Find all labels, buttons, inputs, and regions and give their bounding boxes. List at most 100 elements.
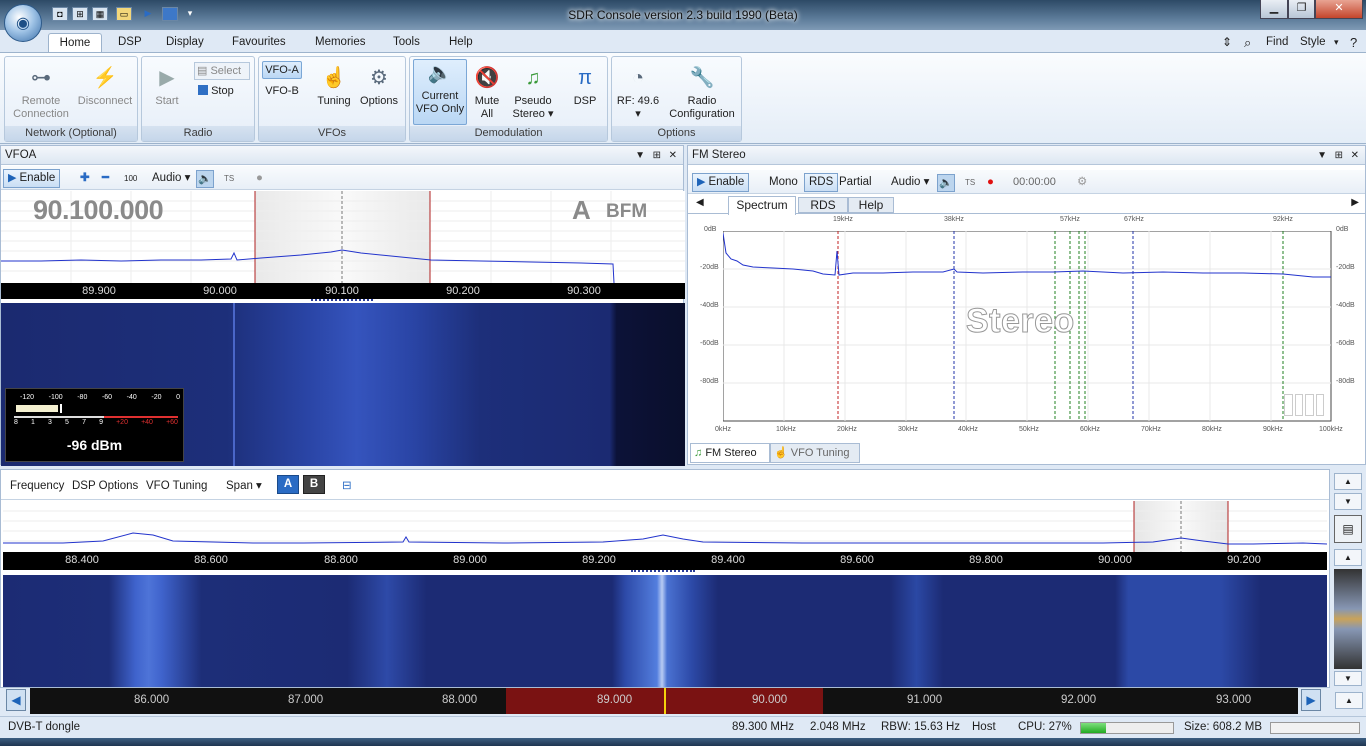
mute-all-button[interactable]: 🔇 Mute All — [470, 65, 504, 121]
search-icon[interactable]: ⌕ — [1238, 33, 1257, 52]
vfo-b-select-button[interactable]: B — [303, 475, 325, 494]
axis-tick: 89.600 — [840, 554, 874, 566]
tab-rds[interactable]: RDS — [798, 197, 848, 213]
main-waterfall[interactable] — [3, 575, 1327, 687]
tab-scroll-right-icon[interactable]: ▶ — [1351, 197, 1359, 208]
band-tick: 89.000 — [597, 694, 633, 706]
start-button[interactable]: ▶ Start — [148, 65, 186, 108]
zoom-down-arrow-icon[interactable]: ▼ — [1334, 493, 1362, 510]
waterfall-signal-peak — [657, 575, 667, 687]
volume-minus-icon[interactable]: ━ — [97, 169, 114, 188]
monitor-icon[interactable] — [162, 7, 178, 21]
vfoa-audio-menu[interactable]: Audio ▾ — [147, 169, 195, 188]
band-scroll-left-icon[interactable]: ◀ — [6, 689, 26, 711]
tuning-button[interactable]: ☝ Tuning — [313, 65, 355, 108]
select-button[interactable]: ▤ Select — [194, 62, 250, 80]
tab-tools[interactable]: Tools — [387, 33, 426, 52]
disconnect-button[interactable]: ⚡ Disconnect — [73, 65, 137, 108]
tab-memories[interactable]: Memories — [309, 33, 371, 52]
tab-spectrum[interactable]: Spectrum — [728, 196, 796, 215]
camera-icon[interactable]: ◘ — [52, 7, 68, 21]
fm-mono-button[interactable]: Mono — [764, 173, 803, 192]
band-strip[interactable]: 86.000 87.000 88.000 89.000 90.000 91.00… — [30, 688, 1298, 714]
tab-scroll-left-icon[interactable]: ◀ — [696, 197, 704, 208]
play-icon[interactable]: ▶ — [140, 7, 156, 21]
disconnect-plug-icon: ⚡ — [92, 67, 118, 89]
radio-configuration-button[interactable]: 🔧 Radio Configuration — [664, 65, 740, 121]
vfoa-panel-header: VFOA ▼ ⊞ ✕ — [1, 146, 683, 165]
dsp-options-menu[interactable]: DSP Options — [67, 477, 143, 496]
zoom-up-arrow-icon[interactable]: ▲ — [1334, 473, 1362, 490]
tab-display[interactable]: Display — [160, 33, 210, 52]
application-orb-icon[interactable]: ◉ — [4, 4, 42, 42]
vfoa-panel: VFOA ▼ ⊞ ✕ ▶ Enable ✚ ━ 100 Audio ▾ 🔈 TS … — [0, 145, 685, 466]
axis-tick: 89.200 — [582, 554, 616, 566]
vfoa-spectrum[interactable]: 90.100.000 A BFM — [1, 191, 685, 283]
tab-help-fm[interactable]: Help — [848, 197, 894, 213]
volume-plus-icon[interactable]: ✚ — [75, 169, 95, 188]
level-down-arrow-icon[interactable]: ▼ — [1334, 671, 1362, 686]
fm-x-axis: 0kHz 10kHz 20kHz 30kHz 40kHz 50kHz 60kHz… — [715, 426, 1343, 433]
frequency-menu[interactable]: Frequency — [5, 477, 69, 496]
qat-dropdown-icon[interactable]: ▾ — [182, 7, 198, 21]
vfoa-enable-button[interactable]: ▶ Enable — [3, 169, 61, 188]
fm-speaker-toggle[interactable]: 🔈 — [936, 173, 956, 192]
pin-icon[interactable]: ⊞ — [653, 146, 661, 165]
stop-button[interactable]: Stop — [198, 85, 250, 98]
panel-close-icon[interactable]: ✕ — [1351, 146, 1359, 165]
panel-dropdown-icon[interactable]: ▼ — [1317, 146, 1327, 165]
tab-fm-stereo[interactable]: ♫ FM Stereo — [690, 443, 770, 463]
fm-enable-button[interactable]: ▶ Enable — [692, 173, 750, 192]
band-up-arrow-icon[interactable]: ▲ — [1335, 692, 1363, 709]
scroll-updown-icon[interactable]: ⇕ — [1216, 33, 1238, 52]
grid-icon[interactable]: ▦ — [92, 7, 108, 21]
vfo-a-button[interactable]: VFO-A — [262, 61, 302, 79]
enable-play-icon: ▶ — [8, 172, 17, 184]
marker-label: 57kHz — [1060, 216, 1080, 223]
span-menu[interactable]: Span ▾ — [221, 477, 267, 496]
maximize-button[interactable]: ❐ — [1288, 0, 1315, 19]
panel-close-icon[interactable]: ✕ — [669, 146, 677, 165]
tab-favourites[interactable]: Favourites — [226, 33, 292, 52]
spectrum-view-icon[interactable]: ▤ — [1334, 515, 1362, 543]
remote-connection-button[interactable]: ⊶ Remote Connection — [9, 65, 73, 121]
y-tick: -80dB — [700, 378, 719, 385]
vfoa-speaker-toggle[interactable]: 🔈 — [195, 169, 215, 188]
main-spectrum[interactable] — [3, 501, 1327, 552]
fm-audio-menu[interactable]: Audio ▾ — [886, 173, 934, 192]
folder-icon[interactable]: ▭ — [116, 7, 132, 21]
vfoa-mode[interactable]: BFM — [606, 201, 647, 223]
minimize-button[interactable]: ▁ — [1260, 0, 1288, 19]
style-menu[interactable]: Style — [1294, 33, 1332, 52]
panel-dropdown-icon[interactable]: ▼ — [635, 146, 645, 165]
pin-icon[interactable]: ⊞ — [1335, 146, 1343, 165]
band-scroll-right-icon[interactable]: ▶ — [1301, 689, 1321, 711]
rf-gain-button[interactable]: ◔ RF: 49.6 ▾ — [616, 65, 660, 121]
group-caption: VFOs — [259, 126, 405, 141]
close-button[interactable]: ✕ — [1315, 0, 1363, 19]
fm-partial-button[interactable]: Partial — [834, 173, 877, 192]
vfo-tuning-menu[interactable]: VFO Tuning — [141, 477, 212, 496]
record-icon[interactable]: ● — [982, 173, 999, 192]
tab-home[interactable]: Home — [48, 33, 102, 52]
dsp-button[interactable]: π DSP — [566, 65, 604, 108]
vfo-b-button[interactable]: VFO-B — [262, 85, 302, 98]
vfo-a-select-button[interactable]: A — [277, 475, 299, 494]
waterfall-contrast-slider[interactable] — [1334, 569, 1362, 669]
pseudo-stereo-button[interactable]: ♫ Pseudo Stereo ▾ — [508, 65, 558, 121]
style-dropdown-icon[interactable]: ▾ — [1328, 33, 1345, 52]
level-up-arrow-icon[interactable]: ▲ — [1334, 549, 1362, 566]
options-button[interactable]: ⚙ Options — [357, 65, 401, 108]
tab-dsp[interactable]: DSP — [112, 33, 148, 52]
network-icon[interactable]: ⊞ — [72, 7, 88, 21]
fm-gear-icon[interactable]: ⚙ — [1072, 173, 1092, 192]
vfoa-frequency-display[interactable]: 90.100.000 — [33, 195, 164, 226]
tab-vfo-tuning[interactable]: ☝ VFO Tuning — [770, 443, 860, 463]
find-button[interactable]: Find — [1260, 33, 1294, 52]
current-vfo-only-button[interactable]: 🔈 Current VFO Only — [413, 59, 467, 125]
tab-help[interactable]: Help — [443, 33, 479, 52]
help-circle-icon[interactable]: ? — [1344, 33, 1363, 52]
fm-ts-label[interactable]: TS — [960, 173, 980, 192]
vfoa-ts-label[interactable]: TS — [219, 169, 239, 188]
layout-icon[interactable]: ⊟ — [337, 477, 357, 496]
